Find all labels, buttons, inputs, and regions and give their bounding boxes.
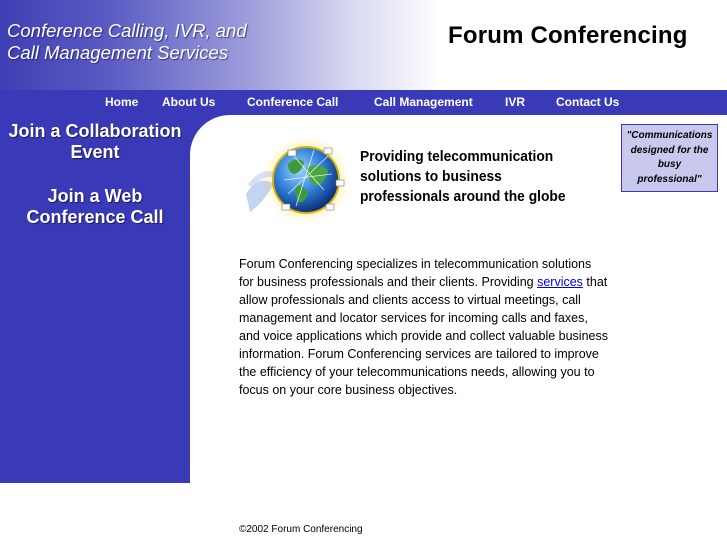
join-collaboration-line-1: Join a Collaboration (8, 121, 182, 141)
sidebar-corner (190, 115, 230, 155)
tagline-line-1: Conference Calling, IVR, and (7, 20, 247, 41)
nav-contact-us[interactable]: Contact Us (556, 95, 619, 109)
sidebar (0, 115, 190, 483)
nav-ivr[interactable]: IVR (505, 95, 525, 109)
join-web-line-1: Join a Web (47, 186, 143, 206)
join-collaboration-event-link[interactable]: Join a Collaboration Event (0, 121, 190, 163)
intro-text-after: that allow professionals and clients acc… (239, 275, 608, 397)
header: Conference Calling, IVR, and Call Manage… (0, 0, 727, 90)
join-collaboration-line-2: Event (70, 142, 120, 162)
nav-home[interactable]: Home (105, 95, 138, 109)
intro-paragraph: Forum Conferencing specializes in teleco… (239, 255, 609, 399)
quote-line-2: designed for the (630, 144, 709, 156)
tagline: Conference Calling, IVR, and Call Manage… (7, 20, 247, 64)
quote-line-3: busy (657, 159, 682, 170)
hero-headline: Providing telecommunication solutions to… (360, 147, 581, 207)
join-web-conference-link[interactable]: Join a Web Conference Call (0, 186, 190, 228)
nav-bar: Home About Us Conference Call Call Manag… (0, 90, 727, 115)
globe-network-icon (246, 136, 350, 224)
tagline-line-2: Call Management Services (7, 42, 229, 63)
hero-line-2: solutions to business (360, 168, 502, 185)
nav-conference-call[interactable]: Conference Call (247, 95, 338, 109)
quote-line-4: professional" (637, 173, 702, 185)
hero-line-3: professionals around the globe (360, 188, 566, 205)
brand-title: Forum Conferencing (448, 22, 688, 49)
quote-box: "Communications designed for the busy pr… (621, 124, 718, 192)
join-web-line-2: Conference Call (26, 207, 164, 227)
copyright: ©2002 Forum Conferencing (239, 524, 363, 535)
nav-about-us[interactable]: About Us (162, 95, 215, 109)
services-link[interactable]: services (537, 275, 583, 289)
quote-line-1: "Communications (626, 130, 713, 141)
nav-call-management[interactable]: Call Management (374, 95, 473, 109)
hero-line-1: Providing telecommunication (360, 148, 554, 165)
